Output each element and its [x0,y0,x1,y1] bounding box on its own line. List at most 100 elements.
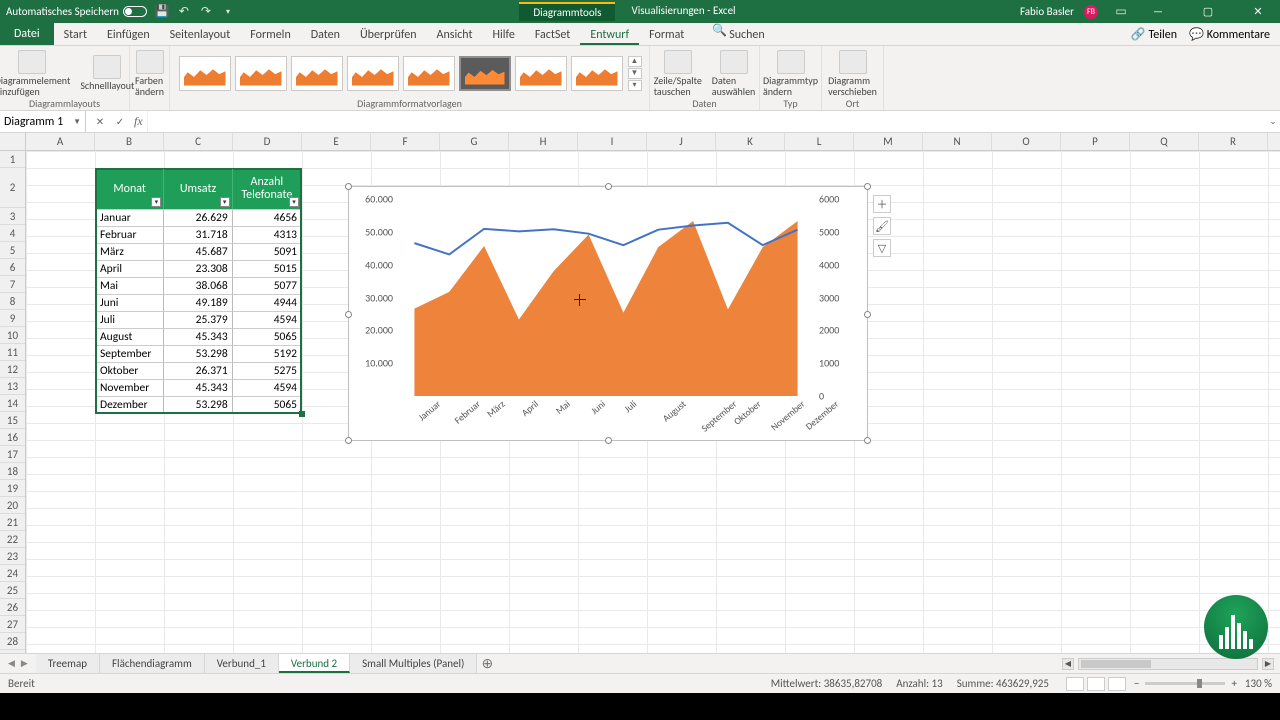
table-row[interactable]: März45.6875091 [96,243,301,260]
row-header[interactable]: 16 [0,429,25,446]
cell[interactable]: 53.298 [164,396,232,413]
row-header[interactable]: 25 [0,582,25,599]
col-header[interactable]: B [95,133,164,150]
fx-icon[interactable]: fx [130,114,147,129]
col-header[interactable]: I [578,133,647,150]
col-header[interactable]: D [233,133,302,150]
tab-review[interactable]: Überprüfen [350,23,427,45]
table-row[interactable]: Juni49.1894944 [96,294,301,311]
table-row[interactable]: April23.3085015 [96,260,301,277]
row-header[interactable]: 13 [0,378,25,395]
cell[interactable]: 26.371 [164,362,232,379]
tab-help[interactable]: Hilfe [483,23,525,45]
chart-style-3[interactable] [291,56,343,91]
row-header[interactable]: 14 [0,395,25,412]
table-row[interactable]: September53.2985192 [96,345,301,362]
data-table[interactable]: Monat▾ Umsatz▾ Anzahl Telefonate▾ Januar… [95,168,302,414]
row-header[interactable]: 8 [0,293,25,310]
table-row[interactable]: November45.3434594 [96,379,301,396]
table-row[interactable]: August45.3435065 [96,328,301,345]
cell[interactable]: August [96,328,164,345]
col-header[interactable]: O [992,133,1061,150]
y-axis-left[interactable]: 60.00050.00040.00030.00020.00010.000 [355,199,395,396]
cell[interactable]: 45.343 [164,379,232,396]
tab-file[interactable]: Datei [0,23,54,45]
maximize-button[interactable]: ▢ [1188,0,1228,23]
redo-icon[interactable]: ↷ [199,5,213,19]
sheet-tab[interactable]: Verbund 2 [279,654,350,673]
row-header[interactable]: 17 [0,446,25,463]
cell[interactable]: Oktober [96,362,164,379]
col-header[interactable]: N [923,133,992,150]
table-row[interactable]: Februar31.7184313 [96,226,301,243]
view-normal-button[interactable] [1066,677,1084,691]
cell[interactable]: 45.343 [164,328,232,345]
sheet-tab[interactable]: Small Multiples (Panel) [350,654,477,673]
cell[interactable]: Mai [96,277,164,294]
tab-design[interactable]: Entwurf [580,23,639,45]
plot-area[interactable] [397,199,815,396]
toggle-switch-icon[interactable] [123,6,147,17]
sheet-tab[interactable]: Treemap [36,654,100,673]
row-header[interactable]: 2 [0,168,25,208]
cell[interactable]: 4313 [233,226,301,243]
cell[interactable]: 5077 [233,277,301,294]
col-header[interactable]: K [716,133,785,150]
cell[interactable]: 4594 [233,379,301,396]
share-button[interactable]: 🔗 Teilen [1131,27,1177,42]
chart-style-4[interactable] [347,56,399,91]
column-headers[interactable]: ABCDEFGHIJKLMNOPQR [26,133,1280,151]
col-header[interactable]: L [785,133,854,150]
chart-object[interactable]: 60.00050.00040.00030.00020.00010.000 600… [348,186,868,441]
hscroll-left[interactable]: ◀ [1062,658,1074,670]
chart-style-6[interactable] [459,56,511,91]
zoom-slider[interactable] [1145,682,1225,685]
change-chart-type-button[interactable]: Diagrammtyp ändern [759,50,822,97]
tab-formulas[interactable]: Formeln [240,23,300,45]
row-header[interactable]: 27 [0,616,25,633]
table-row[interactable]: Oktober26.3715275 [96,362,301,379]
row-header[interactable]: 28 [0,633,25,650]
col-header-telefonate[interactable]: Anzahl Telefonate▾ [233,169,301,209]
row-header[interactable]: 19 [0,480,25,497]
col-header[interactable]: J [647,133,716,150]
add-sheet-button[interactable]: ⊕ [477,654,497,673]
search-label[interactable]: Suchen [727,23,774,45]
filter-dropdown-icon[interactable]: ▾ [220,197,230,207]
row-header[interactable]: 21 [0,514,25,531]
chart-style-1[interactable] [179,56,231,91]
cell[interactable]: 4944 [233,294,301,311]
zoom-out-button[interactable]: − [1134,677,1139,690]
tab-start[interactable]: Start [54,23,97,45]
style-gallery-expand[interactable]: ▲▼▾ [628,56,642,91]
row-header[interactable]: 12 [0,361,25,378]
qat-dropdown-icon[interactable]: ▾ [221,5,235,19]
col-header-umsatz[interactable]: Umsatz▾ [164,169,232,209]
row-header[interactable]: 26 [0,599,25,616]
col-header[interactable]: C [164,133,233,150]
ribbon-options-icon[interactable]: ▭ [1114,5,1128,19]
col-header[interactable]: M [854,133,923,150]
hscroll-right[interactable]: ▶ [1262,658,1274,670]
cell[interactable]: 4594 [233,311,301,328]
comments-button[interactable]: 💬 Kommentare [1189,27,1270,42]
sheet-tab[interactable]: Verbund_1 [205,654,279,673]
col-header[interactable]: Q [1130,133,1199,150]
col-header[interactable]: E [302,133,371,150]
x-axis[interactable]: JanuarFebruarMärzAprilMaiJuniJuliAugustS… [397,398,815,436]
row-header[interactable]: 11 [0,344,25,361]
move-chart-button[interactable]: Diagramm verschieben [824,50,881,97]
close-button[interactable]: ✕ [1238,0,1278,23]
view-pagebreak-button[interactable] [1108,677,1126,691]
table-row[interactable]: Mai38.0685077 [96,277,301,294]
cell[interactable]: Juli [96,311,164,328]
chart-styles-button[interactable]: 🖌 [873,217,891,235]
col-header[interactable]: G [440,133,509,150]
cell[interactable]: 5065 [233,328,301,345]
change-colors-button[interactable]: Farben ändern [131,50,168,97]
row-header[interactable]: 22 [0,531,25,548]
cell[interactable]: 5015 [233,260,301,277]
row-header[interactable]: 24 [0,565,25,582]
row-header[interactable]: 18 [0,463,25,480]
select-all-corner[interactable] [0,133,26,151]
